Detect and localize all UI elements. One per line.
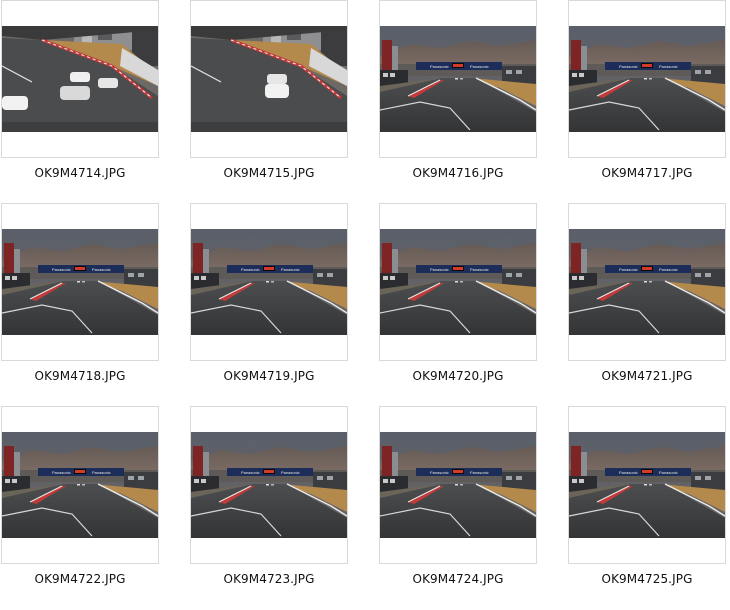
photo-thumbnail-image[interactable]: Panasonic Panasonic (191, 432, 347, 538)
file-thumbnail-item[interactable]: Panasonic Panasonic OK9M4717.JPG (568, 0, 726, 180)
file-name-label[interactable]: OK9M4720.JPG (369, 369, 547, 383)
file-name-label[interactable]: OK9M4722.JPG (0, 572, 169, 586)
thumbnail-frame[interactable]: Panasonic Panasonic (379, 406, 537, 564)
svg-text:Panasonic: Panasonic (430, 64, 449, 69)
thumbnail-frame[interactable]: Panasonic Panasonic (1, 406, 159, 564)
svg-text:Panasonic: Panasonic (659, 470, 678, 475)
svg-text:Panasonic: Panasonic (430, 267, 449, 272)
photo-thumbnail-image[interactable]: Panasonic Panasonic (569, 432, 725, 538)
photo-thumbnail-image[interactable]: Panasonic Panasonic (2, 432, 158, 538)
file-thumbnail-item[interactable]: Panasonic Panasonic OK9M4724.JPG (379, 406, 537, 586)
svg-text:Panasonic: Panasonic (430, 470, 449, 475)
file-thumbnail-item[interactable]: Panasonic Panasonic OK9M4720.JPG (379, 203, 537, 383)
thumbnail-frame[interactable]: Panasonic Panasonic (379, 0, 537, 158)
file-name-label[interactable]: OK9M4717.JPG (558, 166, 730, 180)
file-thumbnail-item[interactable]: OK9M4714.JPG (1, 0, 159, 180)
thumbnail-frame[interactable] (1, 0, 159, 158)
file-name-label[interactable]: OK9M4719.JPG (180, 369, 358, 383)
svg-text:Panasonic: Panasonic (659, 267, 678, 272)
file-name-label[interactable]: OK9M4721.JPG (558, 369, 730, 383)
file-thumbnail-item[interactable]: Panasonic Panasonic OK9M4721.JPG (568, 203, 726, 383)
file-name-label[interactable]: OK9M4714.JPG (0, 166, 169, 180)
svg-text:Panasonic: Panasonic (241, 267, 260, 272)
svg-text:Panasonic: Panasonic (659, 64, 678, 69)
photo-thumbnail-image[interactable] (191, 26, 347, 132)
photo-thumbnail-image[interactable]: Panasonic Panasonic (380, 229, 536, 335)
file-thumbnail-item[interactable]: Panasonic Panasonic OK9M4723.JPG (190, 406, 348, 586)
file-name-label[interactable]: OK9M4724.JPG (369, 572, 547, 586)
photo-thumbnail-image[interactable]: Panasonic Panasonic (569, 26, 725, 132)
file-name-label[interactable]: OK9M4718.JPG (0, 369, 169, 383)
file-name-label[interactable]: OK9M4725.JPG (558, 572, 730, 586)
photo-thumbnail-image[interactable]: Panasonic Panasonic (380, 432, 536, 538)
svg-text:Panasonic: Panasonic (241, 470, 260, 475)
svg-text:Panasonic: Panasonic (619, 267, 638, 272)
thumbnail-frame[interactable] (190, 0, 348, 158)
svg-text:Panasonic: Panasonic (619, 470, 638, 475)
svg-text:Panasonic: Panasonic (92, 267, 111, 272)
svg-text:Panasonic: Panasonic (470, 470, 489, 475)
thumbnail-frame[interactable]: Panasonic Panasonic (190, 203, 348, 361)
photo-thumbnail-image[interactable]: Panasonic Panasonic (380, 26, 536, 132)
thumbnail-frame[interactable]: Panasonic Panasonic (1, 203, 159, 361)
thumbnail-frame[interactable]: Panasonic Panasonic (568, 203, 726, 361)
svg-text:Panasonic: Panasonic (470, 64, 489, 69)
svg-text:Panasonic: Panasonic (52, 267, 71, 272)
thumbnail-frame[interactable]: Panasonic Panasonic (568, 406, 726, 564)
file-thumbnail-item[interactable]: Panasonic Panasonic OK9M4719.JPG (190, 203, 348, 383)
file-thumbnail-item[interactable]: Panasonic Panasonic OK9M4718.JPG (1, 203, 159, 383)
svg-text:Panasonic: Panasonic (470, 267, 489, 272)
svg-text:Panasonic: Panasonic (281, 470, 300, 475)
photo-thumbnail-image[interactable]: Panasonic Panasonic (191, 229, 347, 335)
file-thumbnail-item[interactable]: Panasonic Panasonic OK9M4722.JPG (1, 406, 159, 586)
file-thumbnail-item[interactable]: OK9M4715.JPG (190, 0, 348, 180)
thumbnail-frame[interactable]: Panasonic Panasonic (190, 406, 348, 564)
photo-thumbnail-image[interactable]: Panasonic Panasonic (569, 229, 725, 335)
svg-text:Panasonic: Panasonic (52, 470, 71, 475)
svg-text:Panasonic: Panasonic (619, 64, 638, 69)
photo-thumbnail-image[interactable]: Panasonic Panasonic (2, 229, 158, 335)
file-name-label[interactable]: OK9M4716.JPG (369, 166, 547, 180)
file-thumbnail-item[interactable]: Panasonic Panasonic OK9M4725.JPG (568, 406, 726, 586)
file-name-label[interactable]: OK9M4723.JPG (180, 572, 358, 586)
thumbnail-frame[interactable]: Panasonic Panasonic (568, 0, 726, 158)
svg-text:Panasonic: Panasonic (281, 267, 300, 272)
thumbnail-frame[interactable]: Panasonic Panasonic (379, 203, 537, 361)
photo-thumbnail-image[interactable] (2, 26, 158, 132)
file-name-label[interactable]: OK9M4715.JPG (180, 166, 358, 180)
file-browser-thumbnail-view: { "files": [ {"name": "OK9M4714.JPG", "s… (0, 0, 730, 610)
svg-text:Panasonic: Panasonic (92, 470, 111, 475)
file-thumbnail-item[interactable]: Panasonic Panasonic OK9M4716.JPG (379, 0, 537, 180)
